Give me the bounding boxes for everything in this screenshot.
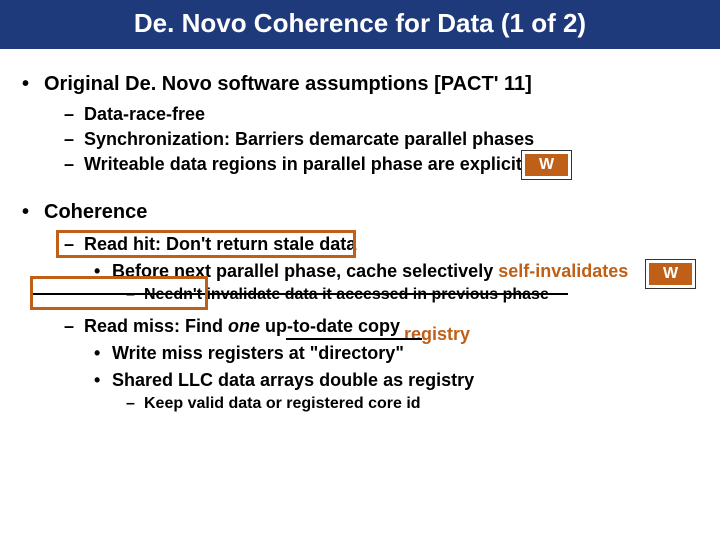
bullet-l2: – Read hit: Don't return stale data <box>64 234 698 255</box>
slide-content: • Original De. Novo software assumptions… <box>0 49 720 413</box>
bullet-l1: • Original De. Novo software assumptions… <box>22 73 698 96</box>
text: Read miss: Find one up-to-date copy <box>84 316 400 337</box>
w-badge: W <box>646 260 695 288</box>
text: Shared LLC data arrays double as registr… <box>112 370 474 391</box>
bullet-l3: • Before next parallel phase, cache sele… <box>94 261 698 282</box>
bullet-dot: • <box>22 73 44 96</box>
bullet-dot: • <box>94 261 112 282</box>
strikethrough-short <box>286 338 422 340</box>
text-part: Before next parallel phase, cache select… <box>112 261 498 281</box>
bullet-l2: – Writeable data regions in parallel pha… <box>64 154 698 175</box>
text: Keep valid data or registered core id <box>144 395 421 413</box>
text: Writeable data regions in parallel phase… <box>84 154 522 175</box>
bullet-dot: • <box>22 201 44 224</box>
bullet-dash: – <box>64 316 84 337</box>
text-part: Read miss: Find <box>84 316 228 336</box>
text-orange: self-invalidates <box>498 261 628 281</box>
bullet-l3: • Shared LLC data arrays double as regis… <box>94 370 698 391</box>
text: Coherence <box>44 201 147 224</box>
slide-title: De. Novo Coherence for Data (1 of 2) <box>0 0 720 49</box>
w-badge: W <box>522 151 571 179</box>
registry-label: registry <box>404 324 470 345</box>
text: Synchronization: Barriers demarcate para… <box>84 129 534 150</box>
bullet-dash: – <box>126 286 144 304</box>
bullet-l2: – Read miss: Find one up-to-date copy re… <box>64 316 698 337</box>
bullet-dot: • <box>94 343 112 364</box>
bullet-l4: – Keep valid data or registered core id <box>126 395 698 413</box>
bullet-l2: – Data-race-free <box>64 104 698 125</box>
bullet-dash: – <box>64 104 84 125</box>
text-italic: one <box>228 316 260 336</box>
text: Write miss registers at "directory" <box>112 343 404 364</box>
strikethrough <box>30 293 568 295</box>
bullet-dash: – <box>64 154 84 175</box>
text: Read hit: Don't return stale data <box>84 234 356 255</box>
text: Data-race-free <box>84 104 205 125</box>
bullet-l3: • Write miss registers at "directory" <box>94 343 698 364</box>
bullet-l4: – Needn't invalidate data it accessed in… <box>126 286 698 304</box>
bullet-l2: – Synchronization: Barriers demarcate pa… <box>64 129 698 150</box>
bullet-l1: • Coherence <box>22 201 698 224</box>
bullet-dot: • <box>94 370 112 391</box>
text-part: up-to-date copy <box>260 316 400 336</box>
bullet-dash: – <box>64 129 84 150</box>
text: Before next parallel phase, cache select… <box>112 261 628 282</box>
bullet-dash: – <box>126 395 144 413</box>
bullet-dash: – <box>64 234 84 255</box>
text: Original De. Novo software assumptions [… <box>44 73 532 96</box>
text: Needn't invalidate data it accessed in p… <box>144 286 549 304</box>
